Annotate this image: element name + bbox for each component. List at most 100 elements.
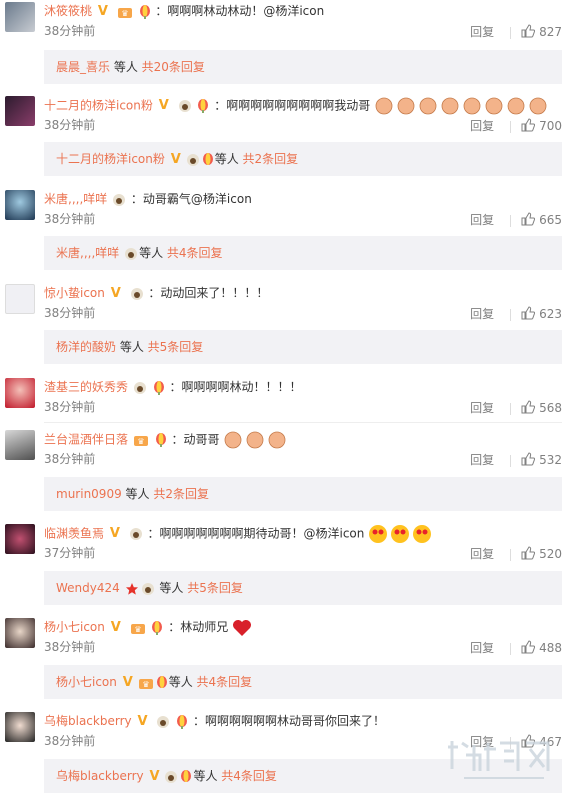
crown-badge-icon: ♛: [138, 678, 153, 689]
reply-button[interactable]: 回复: [470, 452, 510, 468]
reply-user[interactable]: murin0909: [56, 487, 122, 501]
username[interactable]: 渣基三的妖秀秀: [44, 380, 128, 394]
comment-text: ：动哥哥: [171, 432, 220, 447]
reply-total-link[interactable]: 共4条回复: [167, 246, 223, 260]
reply-button[interactable]: 回复: [470, 400, 510, 416]
reply-total-link[interactable]: 共5条回复: [187, 581, 243, 595]
reply-button[interactable]: 回复: [470, 118, 510, 134]
comment-text: ：动动回来了！！！！: [148, 286, 269, 300]
reply-button[interactable]: 回复: [470, 212, 510, 228]
username[interactable]: 十二月的杨洋icon粉: [44, 99, 153, 113]
divider: [510, 642, 512, 655]
divider-line: [44, 422, 562, 423]
reply-button[interactable]: 回复: [470, 24, 510, 40]
verified-icon: V: [110, 285, 121, 301]
divider: [510, 402, 512, 415]
timestamp: 38分钟前: [44, 118, 96, 132]
avatar[interactable]: [5, 2, 35, 32]
reply-summary[interactable]: 米唐,,,,咩咩 等人 共4条回复: [44, 236, 562, 270]
reply-user[interactable]: 杨洋的酸奶: [56, 340, 116, 354]
timestamp: 38分钟前: [44, 734, 96, 748]
sheep-badge-icon: [125, 247, 138, 260]
reply-user[interactable]: 乌梅blackberry: [56, 769, 144, 783]
like-button[interactable]: 665: [521, 212, 562, 228]
sheep-badge-icon: [165, 770, 178, 783]
reply-total-link[interactable]: 共2条回复: [153, 487, 209, 501]
reply-total-link[interactable]: 共2条回复: [243, 152, 299, 166]
timestamp: 38分钟前: [44, 306, 96, 320]
reply-mid: 等人: [155, 581, 188, 595]
svg-text:♛: ♛: [134, 625, 141, 634]
thumbs-up-icon: [521, 24, 536, 38]
like-count: 532: [539, 453, 562, 467]
reply-summary[interactable]: 晨晨_喜乐 等人 共20条回复: [44, 50, 562, 84]
avatar[interactable]: [5, 96, 35, 126]
reply-mid: 等人: [168, 675, 197, 689]
verified-icon: V: [170, 151, 181, 167]
reply-user[interactable]: 晨晨_喜乐: [56, 60, 110, 74]
divider: [510, 214, 512, 227]
like-button[interactable]: 700: [521, 118, 562, 134]
reply-total-link[interactable]: 共20条回复: [142, 60, 205, 74]
username[interactable]: 米唐,,,,咩咩: [44, 192, 107, 206]
reply-summary[interactable]: murin0909 等人 共2条回复: [44, 477, 562, 511]
balloon-badge-icon: [181, 769, 192, 782]
crown-badge-icon: ♛: [133, 436, 148, 446]
avatar[interactable]: [5, 190, 35, 220]
username[interactable]: 兰台温酒伴日落: [44, 433, 128, 447]
avatar[interactable]: [5, 618, 35, 648]
sheep-badge-icon: [186, 153, 199, 166]
username[interactable]: 沐筱筱桃: [44, 4, 92, 18]
avatar[interactable]: [5, 284, 35, 314]
reply-summary[interactable]: 杨小七icon V ♛ 等人 共4条回复: [44, 665, 562, 699]
reply-mid: 等人: [110, 60, 142, 74]
reply-summary[interactable]: Wendy424 等人 共5条回复: [44, 571, 562, 605]
reply-user[interactable]: 十二月的杨洋icon粉: [56, 152, 165, 166]
username[interactable]: 惊小蛰icon: [44, 286, 105, 300]
reply-button[interactable]: 回复: [470, 640, 510, 656]
thumbs-up-icon: [521, 306, 536, 320]
reply-summary[interactable]: 十二月的杨洋icon粉 V 等人 共2条回复: [44, 142, 562, 176]
verified-icon: V: [110, 619, 121, 635]
like-button[interactable]: 827: [521, 24, 562, 40]
reply-total-link[interactable]: 共5条回复: [148, 340, 204, 354]
like-button[interactable]: 623: [521, 306, 562, 322]
avatar[interactable]: [5, 378, 35, 408]
divider: [510, 454, 512, 467]
timestamp: 38分钟前: [44, 452, 96, 466]
reply-total-link[interactable]: 共4条回复: [197, 675, 253, 689]
reply-total-link[interactable]: 共4条回复: [221, 769, 277, 783]
sheep-badge-icon: [178, 100, 191, 112]
timestamp: 38分钟前: [44, 212, 96, 226]
like-button[interactable]: 568: [521, 400, 562, 416]
reply-button[interactable]: 回复: [470, 546, 510, 562]
like-count: 488: [539, 641, 562, 655]
comment-text: ：动哥霸气@杨洋icon: [130, 192, 252, 206]
verified-icon: V: [149, 768, 160, 784]
sheep-badge-icon: [133, 381, 146, 394]
username[interactable]: 临渊羡鱼焉: [44, 527, 104, 541]
reply-summary[interactable]: 杨洋的酸奶 等人 共5条回复: [44, 330, 562, 364]
like-button[interactable]: 532: [521, 452, 562, 468]
heart-eyes-emoji-icons: [369, 525, 432, 543]
balloon-badge-icon: [198, 99, 209, 113]
sheep-badge-icon: [130, 287, 143, 300]
svg-text:♛: ♛: [121, 9, 128, 18]
like-count: 700: [539, 119, 562, 133]
avatar[interactable]: [5, 430, 35, 460]
like-button[interactable]: 520: [521, 546, 562, 562]
sheep-badge-icon: [129, 528, 142, 540]
verified-icon: V: [97, 3, 108, 19]
divider: [510, 26, 512, 39]
avatar[interactable]: [5, 712, 35, 742]
reply-user[interactable]: Wendy424: [56, 581, 120, 595]
svg-text:♛: ♛: [142, 680, 149, 689]
reply-button[interactable]: 回复: [470, 306, 510, 322]
username[interactable]: 乌梅blackberry: [44, 714, 132, 728]
avatar[interactable]: [5, 524, 35, 554]
reply-user[interactable]: 米唐,,,,咩咩: [56, 246, 119, 260]
like-button[interactable]: 488: [521, 640, 562, 656]
username[interactable]: 杨小七icon: [44, 620, 105, 634]
reply-user[interactable]: 杨小七icon: [56, 675, 117, 689]
verified-icon: V: [122, 674, 133, 690]
